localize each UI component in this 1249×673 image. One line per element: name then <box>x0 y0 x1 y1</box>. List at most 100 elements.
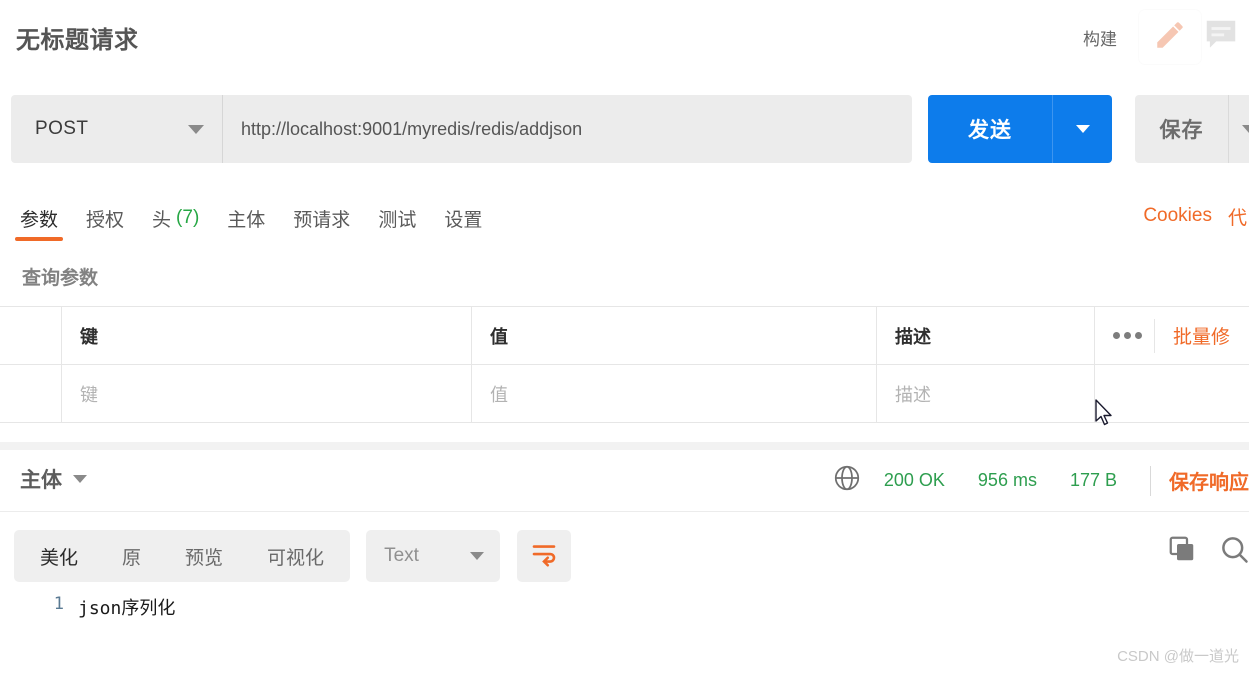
tab-pre-request[interactable]: 预请求 <box>279 195 364 241</box>
tab-settings[interactable]: 设置 <box>430 195 496 241</box>
description-input[interactable]: 描述 <box>877 365 1095 422</box>
tab-label: 测试 <box>378 209 417 231</box>
build-label: 构建 <box>1083 29 1117 49</box>
divider <box>1150 465 1151 496</box>
dot <box>1124 332 1131 339</box>
watermark: CSDN @做一道光 <box>1117 648 1239 665</box>
row-tools-cell <box>1095 365 1249 422</box>
tab-label: 头 <box>152 209 172 231</box>
copy-icon <box>1167 536 1197 568</box>
response-header: 主体 200 OK 956 ms 177 B 保存响应 <box>0 450 1249 512</box>
status-badge: 200 OK <box>883 470 945 490</box>
send-button-group: 发送 <box>928 95 1112 163</box>
query-params-table: 键 值 描述 批量修 键 值 描述 <box>0 306 1249 423</box>
chevron-down-icon <box>1075 125 1090 133</box>
tab-label: 预请求 <box>293 209 351 231</box>
tab-body[interactable]: 主体 <box>213 195 279 241</box>
dot <box>1113 332 1120 339</box>
chevron-down-icon <box>73 475 87 483</box>
page-title: 无标题请求 <box>16 27 139 54</box>
chevron-down-icon <box>188 124 204 134</box>
response-format-value: Text <box>384 545 419 566</box>
globe-icon <box>832 463 862 498</box>
query-params-title: 查询参数 <box>22 268 99 289</box>
column-header-description: 描述 <box>877 307 1095 364</box>
line-number: 1 <box>53 594 64 614</box>
mouse-cursor <box>1094 399 1116 434</box>
search-button[interactable] <box>1219 534 1249 569</box>
pencil-icon <box>1153 18 1187 57</box>
view-tab-preview[interactable]: 预览 <box>163 530 245 582</box>
header-actions: 构建 <box>1083 8 1249 66</box>
comment-button[interactable] <box>1201 10 1249 64</box>
code-text: json序列化 <box>78 598 176 619</box>
request-tabs: 参数 授权 头 (7) 主体 预请求 测试 设置 Cookies 代 <box>0 193 1249 241</box>
response-toolbar-right <box>1167 534 1249 569</box>
tab-label: 主体 <box>227 209 266 231</box>
dot <box>1135 332 1142 339</box>
value-placeholder: 值 <box>490 384 508 405</box>
column-header-value: 值 <box>472 307 877 364</box>
save-button[interactable]: 保存 <box>1135 95 1228 163</box>
view-tab-raw[interactable]: 原 <box>100 530 163 582</box>
tab-label: 参数 <box>20 209 59 231</box>
url-value: http://localhost:9001/myredis/redis/addj… <box>241 118 583 139</box>
app-header: 无标题请求 构建 <box>0 0 1249 72</box>
table-row: 键 值 描述 <box>0 365 1249 423</box>
response-toolbar: 美化 原 预览 可视化 Text <box>0 520 1249 592</box>
column-header-key: 键 <box>62 307 472 364</box>
code-line: 1 json序列化 <box>0 594 1249 624</box>
value-input[interactable]: 值 <box>472 365 877 422</box>
key-placeholder: 键 <box>80 384 98 405</box>
table-tools-cell: 批量修 <box>1095 307 1249 364</box>
response-format-select[interactable]: Text <box>366 530 501 582</box>
edit-button[interactable] <box>1139 10 1201 64</box>
url-bar: POST http://localhost:9001/myredis/redis… <box>11 95 912 163</box>
send-button[interactable]: 发送 <box>928 95 1052 163</box>
copy-button[interactable] <box>1167 534 1197 569</box>
response-body-code[interactable]: 1 json序列化 <box>0 594 1249 673</box>
tab-label: 设置 <box>444 209 483 231</box>
more-horizontal-icon[interactable] <box>1101 318 1155 353</box>
tab-params[interactable]: 参数 <box>6 195 72 241</box>
section-divider <box>0 442 1249 450</box>
tab-headers[interactable]: 头 (7) <box>138 195 213 241</box>
column-label: 描述 <box>895 326 931 347</box>
response-time: 956 ms <box>977 470 1037 490</box>
tab-tests[interactable]: 测试 <box>364 195 430 241</box>
table-header-row: 键 值 描述 批量修 <box>0 307 1249 365</box>
save-options-button[interactable] <box>1228 95 1249 163</box>
tab-authorization[interactable]: 授权 <box>72 195 138 241</box>
wrap-text-button[interactable] <box>517 530 572 582</box>
response-body-selector[interactable]: 主体 <box>20 464 87 494</box>
view-tab-visualize[interactable]: 可视化 <box>245 530 346 582</box>
comment-icon <box>1201 16 1241 59</box>
description-placeholder: 描述 <box>895 384 931 405</box>
url-input[interactable]: http://localhost:9001/myredis/redis/addj… <box>222 95 912 163</box>
send-options-button[interactable] <box>1052 95 1112 163</box>
row-checkbox-cell[interactable] <box>0 365 62 422</box>
view-tab-pretty[interactable]: 美化 <box>18 530 100 582</box>
search-icon <box>1219 537 1249 568</box>
wrap-text-icon <box>529 539 559 574</box>
app-root: 无标题请求 构建 POST http://localhost:9001/myre… <box>0 0 1249 673</box>
tab-label: 授权 <box>86 209 125 231</box>
chevron-down-icon <box>470 552 485 560</box>
tabs-right-links: Cookies 代 <box>1143 193 1249 239</box>
column-label: 值 <box>490 326 508 347</box>
response-view-tabs: 美化 原 预览 可视化 <box>14 530 351 582</box>
key-input[interactable]: 键 <box>62 365 472 422</box>
select-all-cell[interactable] <box>0 307 62 364</box>
chevron-down-icon <box>1241 125 1249 133</box>
cookies-link[interactable]: Cookies <box>1143 205 1212 227</box>
code-link[interactable]: 代 <box>1228 203 1247 230</box>
method-select[interactable]: POST <box>11 95 222 163</box>
column-label: 键 <box>80 326 98 347</box>
response-size: 177 B <box>1069 470 1117 490</box>
save-response-link[interactable]: 保存响应 <box>1169 466 1249 495</box>
tab-headers-count: (7) <box>176 207 200 228</box>
bulk-edit-link[interactable]: 批量修 <box>1155 322 1230 349</box>
response-body-label: 主体 <box>20 469 62 492</box>
save-button-group: 保存 <box>1135 95 1249 163</box>
response-meta: 200 OK 956 ms 177 B 保存响应 <box>832 463 1249 498</box>
